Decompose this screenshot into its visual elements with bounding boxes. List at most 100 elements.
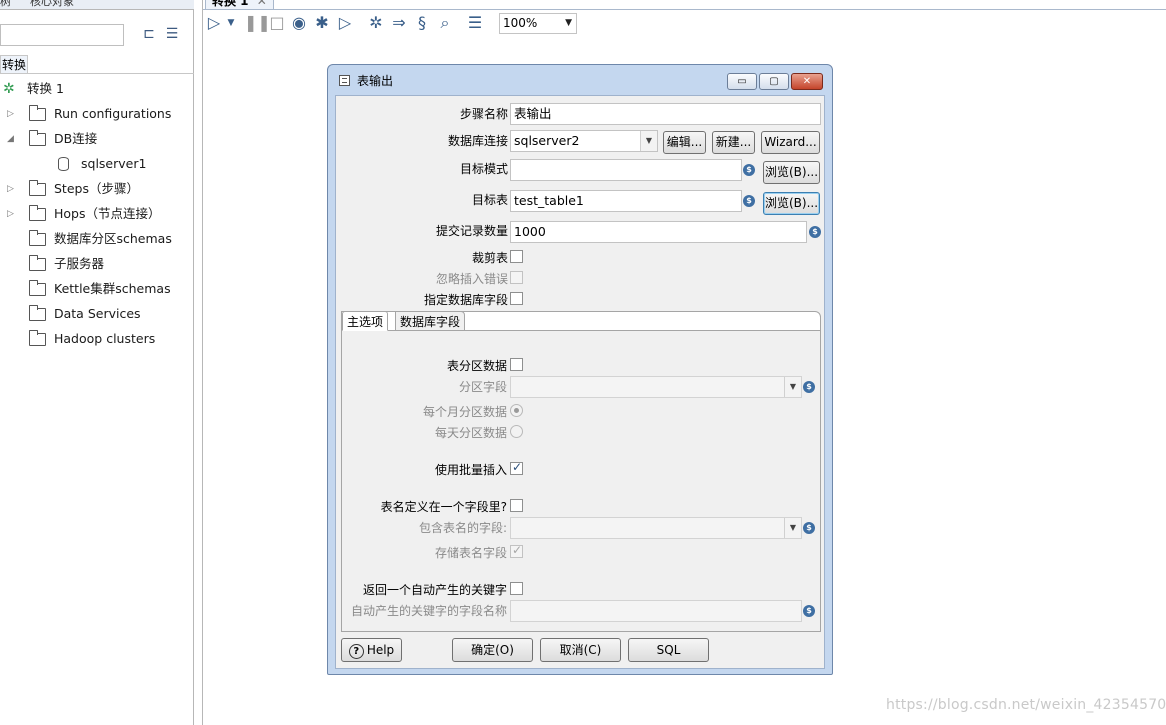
edit-connection-button[interactable]: 编辑... — [663, 131, 706, 154]
ignore-errors-label: 忽略插入错误 — [435, 272, 508, 286]
dialog-app-icon — [339, 75, 350, 86]
close-tab-icon[interactable]: ✕ — [257, 0, 267, 8]
zoom-select[interactable]: 100% ▼ — [499, 13, 577, 34]
run-icon[interactable]: ▷ — [204, 13, 224, 33]
browse-table-button[interactable]: 浏览(B)... — [763, 192, 820, 215]
folder-icon — [29, 105, 46, 121]
table-name-field-select[interactable]: ▼ — [510, 517, 802, 539]
tab-main-options[interactable]: 主选项 — [342, 311, 389, 331]
specify-fields-checkbox[interactable] — [510, 292, 523, 305]
dialog-title: 表输出 — [357, 74, 394, 88]
key-field-name-label: 自动产生的关键字的字段名称 — [350, 604, 507, 618]
panel-splitter[interactable] — [195, 0, 203, 725]
minimize-button[interactable]: ▭ — [727, 73, 757, 90]
truncate-table-checkbox[interactable] — [510, 250, 523, 263]
debug-icon[interactable]: ✱ — [312, 13, 332, 33]
step-name-input[interactable]: 表输出 — [510, 103, 821, 125]
partition-monthly-radio[interactable] — [510, 404, 523, 417]
folder-icon — [29, 230, 46, 246]
store-table-name-label: 存储表名字段 — [434, 546, 507, 560]
tab-tree[interactable]: 树 — [0, 0, 11, 9]
folder-icon — [29, 305, 46, 321]
folder-icon — [29, 130, 46, 146]
replay-icon[interactable]: ▷ — [335, 13, 355, 33]
table-name-in-field-checkbox[interactable] — [510, 499, 523, 512]
dialog-titlebar[interactable]: 表输出 ▭ ▢ ✕ — [328, 65, 832, 95]
step-name-label: 步骤名称 — [459, 107, 508, 121]
truncate-table-label: 裁剪表 — [471, 251, 508, 265]
help-button[interactable]: ? Help — [341, 638, 402, 662]
commit-size-label: 提交记录数量 — [435, 224, 508, 238]
dialog-tabs: 主选项 数据库字段 表分区数据 分区字段 ▼ $ 每个月分区数据 每天分区数据 … — [341, 311, 821, 632]
expand-arrow-icon[interactable]: ▷ — [7, 103, 17, 125]
table-name-in-field-label: 表名定义在一个字段里? — [380, 500, 507, 514]
partition-field-label: 分区字段 — [458, 380, 507, 394]
show-results-icon[interactable]: ☰ — [465, 13, 485, 33]
partition-field-select[interactable]: ▼ — [510, 376, 802, 398]
chevron-down-icon: ▼ — [640, 131, 657, 151]
help-icon: ? — [348, 644, 364, 659]
database-icon — [58, 157, 69, 171]
variable-icon: $ — [743, 195, 755, 207]
store-table-name-checkbox[interactable]: ✓ — [510, 543, 523, 558]
variable-icon: $ — [803, 605, 815, 617]
folder-icon — [29, 330, 46, 346]
commit-size-input[interactable]: 1000 — [510, 221, 807, 243]
preview-icon[interactable]: ◉ — [289, 13, 309, 33]
batch-insert-checkbox[interactable]: ✓ — [510, 460, 523, 475]
left-panel: 树 核心对象 ⊏ ☰ 转换 ✲ 转换 1 ▷ Run configuration… — [0, 0, 194, 725]
collapse-tree-icon[interactable]: ⊏ — [140, 24, 158, 44]
new-connection-button[interactable]: 新建... — [712, 131, 755, 154]
chevron-down-icon: ▼ — [565, 18, 572, 28]
chevron-down-icon: ▼ — [784, 377, 801, 397]
partition-daily-label: 每天分区数据 — [434, 426, 507, 440]
browse-schema-button[interactable]: 浏览(B)... — [763, 161, 820, 184]
pause-icon[interactable]: ❚❚ — [244, 13, 271, 33]
maximize-button[interactable]: ▢ — [759, 73, 789, 90]
tab-transform[interactable]: 转换 — [0, 55, 28, 73]
wizard-button[interactable]: Wizard... — [761, 131, 820, 154]
table-name-field-label: 包含表名的字段: — [418, 521, 507, 535]
ignore-errors-checkbox[interactable] — [510, 271, 523, 284]
sql-button[interactable]: SQL — [628, 638, 709, 662]
partition-daily-radio[interactable] — [510, 425, 523, 438]
folder-icon — [29, 180, 46, 196]
partition-data-checkbox[interactable] — [510, 358, 523, 371]
impact-icon[interactable]: ⇒ — [389, 13, 409, 33]
return-key-checkbox[interactable] — [510, 582, 523, 595]
expand-arrow-icon[interactable]: ▷ — [7, 178, 17, 200]
cancel-button[interactable]: 取消(C) — [540, 638, 621, 662]
key-field-name-input[interactable] — [510, 600, 802, 622]
folder-icon — [29, 280, 46, 296]
batch-insert-label: 使用批量插入 — [434, 463, 507, 477]
stop-icon[interactable]: □ — [267, 13, 287, 33]
tab-database-fields[interactable]: 数据库字段 — [395, 311, 466, 331]
variable-icon: $ — [803, 522, 815, 534]
partition-data-label: 表分区数据 — [446, 359, 507, 373]
table-output-dialog: 表输出 ▭ ▢ ✕ 步骤名称 表输出 数据库连接 sqlserver2 ▼ 编辑… — [327, 64, 833, 675]
search-input[interactable] — [0, 24, 124, 46]
chevron-down-icon: ▼ — [784, 518, 801, 538]
close-button[interactable]: ✕ — [791, 73, 823, 90]
transform-icon: ✲ — [3, 81, 15, 97]
explore-db-icon[interactable]: ⌕ — [435, 13, 455, 33]
target-schema-input[interactable] — [510, 159, 742, 181]
tab-transform-1[interactable]: 转换 1 ✕ — [205, 0, 274, 9]
target-table-label: 目标表 — [471, 193, 508, 207]
db-connection-label: 数据库连接 — [447, 134, 508, 148]
expand-arrow-icon[interactable]: ▷ — [7, 203, 17, 225]
return-key-label: 返回一个自动产生的关键字 — [362, 583, 507, 597]
run-options-dropdown-icon[interactable]: ▼ — [225, 13, 237, 33]
target-table-input[interactable]: test_table1 — [510, 190, 742, 212]
collapse-arrow-icon[interactable]: ◢ — [7, 128, 17, 150]
tab-core-objects[interactable]: 核心对象 — [30, 0, 74, 9]
ok-button[interactable]: 确定(O) — [452, 638, 533, 662]
verify-icon[interactable]: ✲ — [366, 13, 386, 33]
db-connection-select[interactable]: sqlserver2 ▼ — [510, 130, 658, 152]
specify-fields-label: 指定数据库字段 — [423, 293, 508, 307]
left-top-tabs: 树 核心对象 — [0, 0, 194, 10]
expand-tree-icon[interactable]: ☰ — [163, 24, 181, 44]
dialog-client: 步骤名称 表输出 数据库连接 sqlserver2 ▼ 编辑... 新建... … — [335, 95, 825, 669]
variable-icon: $ — [809, 226, 821, 238]
sql-icon[interactable]: § — [412, 13, 432, 33]
